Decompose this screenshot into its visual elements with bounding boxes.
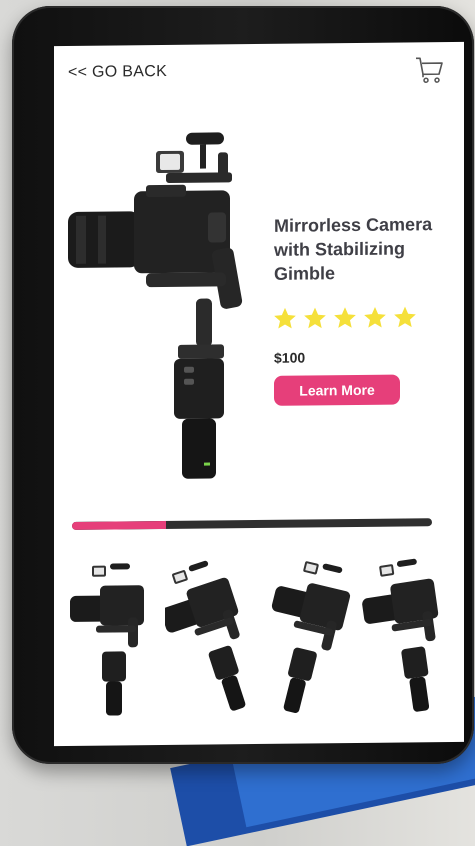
product-thumbnail[interactable]: [362, 558, 452, 719]
thumbnail-strip: [66, 558, 452, 722]
learn-more-button[interactable]: Learn More: [274, 374, 400, 406]
app-screen: << GO BACK Mirrorless Camera with Stabil…: [54, 41, 464, 747]
go-back-link[interactable]: << GO BACK: [68, 63, 167, 82]
product-title: Mirrorless Camera with Stabilizing Gimbl…: [274, 214, 433, 284]
star-icon: [394, 306, 416, 328]
star-rating: [272, 304, 418, 332]
carousel-progress-bar[interactable]: [72, 518, 432, 530]
product-thumbnail[interactable]: [263, 559, 353, 720]
star-icon: [304, 307, 326, 329]
carousel-progress-fill: [72, 520, 166, 530]
shopping-cart-icon[interactable]: [414, 54, 444, 84]
star-icon: [274, 307, 296, 329]
product-price: $100: [274, 349, 306, 366]
product-thumbnail[interactable]: [164, 560, 255, 721]
star-icon: [334, 307, 356, 328]
tablet-device: << GO BACK Mirrorless Camera with Stabil…: [12, 6, 474, 764]
camera-gimbal-image: [68, 132, 243, 479]
star-icon: [364, 306, 386, 328]
product-thumbnail[interactable]: [66, 561, 156, 722]
